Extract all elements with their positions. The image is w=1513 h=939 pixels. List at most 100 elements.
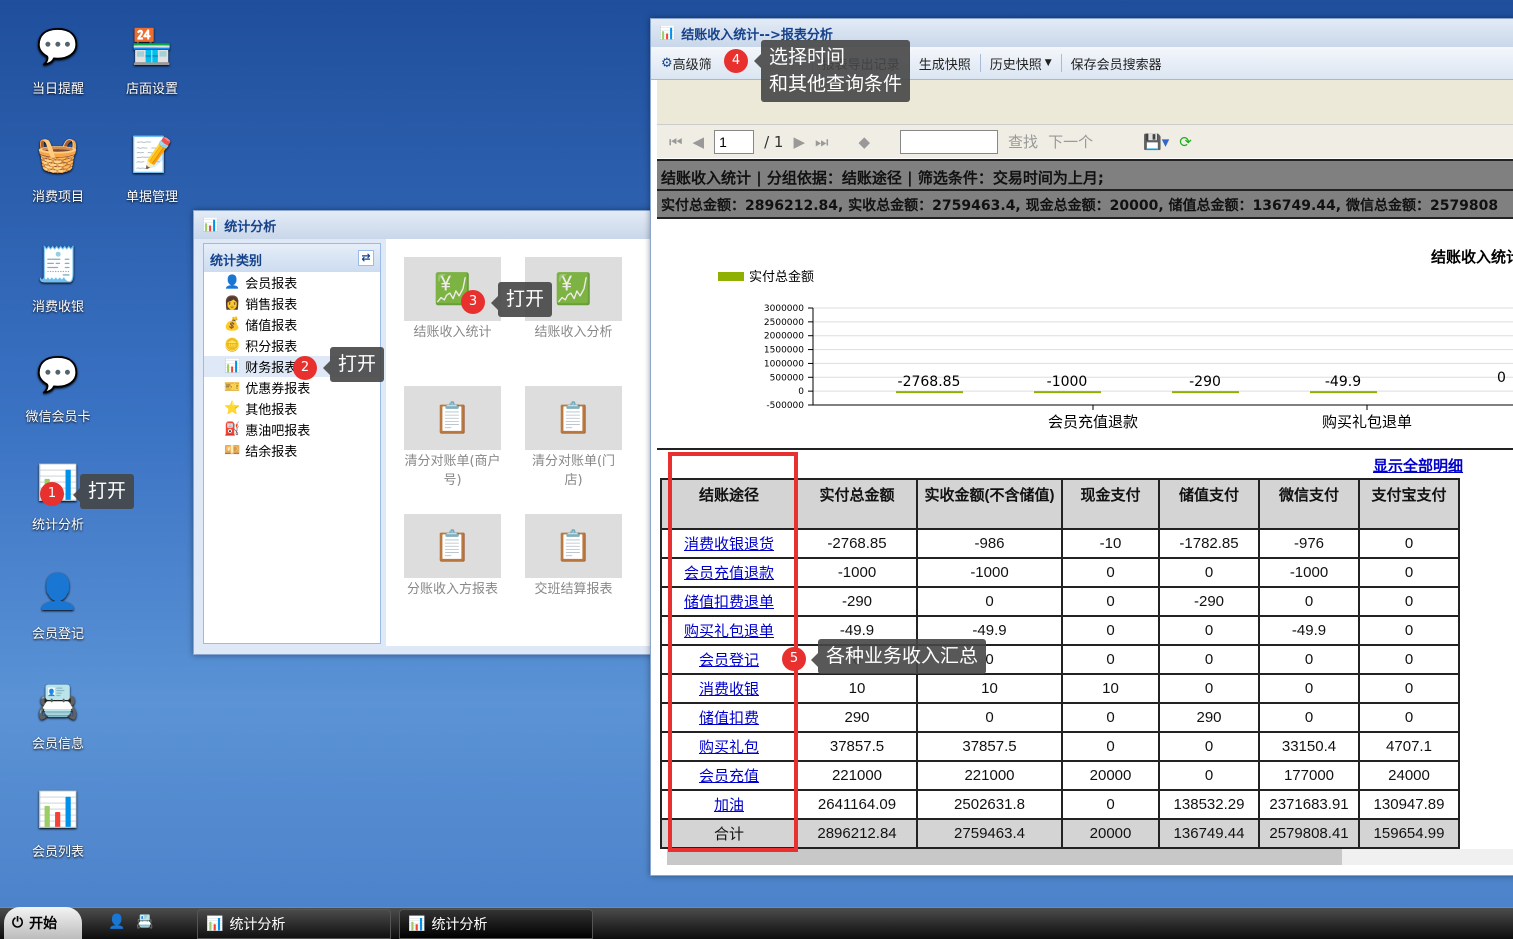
desktop-icon[interactable]: 💬 微信会员卡 bbox=[13, 348, 103, 425]
toolbar-button[interactable]: 历史快照 bbox=[990, 54, 1042, 73]
desktop-icon[interactable]: 💬 当日提醒 bbox=[13, 20, 103, 97]
table-cell: 290 bbox=[1158, 702, 1260, 733]
desktop-icon[interactable]: 🏪 店面设置 bbox=[107, 20, 197, 97]
table-cell: 138532.29 bbox=[1158, 789, 1260, 820]
first-page-icon[interactable]: ⏮ bbox=[669, 133, 683, 151]
column-header[interactable]: 实收金额(不含储值) bbox=[916, 478, 1063, 530]
report-summary-bar: 实付总金额：2896212.84, 实收总金额：2759463.4, 现金总金额… bbox=[657, 191, 1513, 219]
desktop-icon[interactable]: 👤 会员登记 bbox=[13, 565, 103, 642]
user-icon[interactable]: 👤 bbox=[108, 914, 125, 930]
desktop-icon[interactable]: 📊 会员列表 bbox=[13, 783, 103, 860]
desktop-icon[interactable]: 🧺 消费项目 bbox=[13, 128, 103, 205]
toolbar-button[interactable]: 保存会员搜索器 bbox=[1071, 54, 1162, 73]
desktop-icon[interactable]: 📝 单据管理 bbox=[107, 128, 197, 205]
window-title-bar[interactable]: 📊 统计分析 bbox=[194, 211, 654, 239]
panel-header: 统计类别 ⇄ bbox=[204, 244, 380, 272]
report-category-icon: 👤 bbox=[224, 275, 241, 290]
report-icon: 📋 bbox=[404, 386, 501, 450]
desktop-icon[interactable]: 🧾 消费收银 bbox=[13, 238, 103, 315]
toolbar-button[interactable]: 生成快照 bbox=[919, 54, 971, 73]
table-cell: -1782.85 bbox=[1158, 528, 1260, 559]
tree-item[interactable]: 💰 储值报表 bbox=[204, 314, 380, 335]
data-label: -290 bbox=[1189, 374, 1221, 390]
column-header[interactable]: 现金支付 bbox=[1061, 478, 1160, 530]
column-header[interactable]: 储值支付 bbox=[1158, 478, 1260, 530]
refresh-icon[interactable]: ⇄ bbox=[358, 250, 374, 266]
table-cell: 24000 bbox=[1358, 760, 1460, 791]
table-cell: 0 bbox=[1158, 731, 1260, 762]
data-label: -1000 bbox=[1047, 374, 1088, 390]
table-cell: 2502631.8 bbox=[916, 789, 1063, 820]
app-icon: 👤 bbox=[36, 572, 80, 612]
table-cell: 0 bbox=[1358, 528, 1460, 559]
y-tick-label: -500000 bbox=[766, 401, 804, 411]
column-header[interactable]: 微信支付 bbox=[1258, 478, 1360, 530]
data-label: -49.9 bbox=[1325, 374, 1361, 390]
table-cell: 4707.1 bbox=[1358, 731, 1460, 762]
table-cell: 0 bbox=[1358, 615, 1460, 646]
report-category-icon: ⭐ bbox=[224, 401, 241, 416]
page-input[interactable] bbox=[714, 129, 755, 154]
column-header[interactable]: 实付总金额 bbox=[796, 478, 918, 530]
column-header[interactable]: 支付宝支付 bbox=[1358, 478, 1460, 530]
report-icon: 📋 bbox=[525, 514, 622, 578]
last-page-icon[interactable]: ⏭ bbox=[815, 133, 829, 151]
chart-icon: 📊 bbox=[659, 25, 676, 41]
tree-item[interactable]: 👤 会员报表 bbox=[204, 272, 380, 293]
toolbar-button[interactable]: 高级筛 bbox=[673, 54, 712, 73]
refresh-icon[interactable]: ⟳ bbox=[1179, 133, 1192, 151]
app-icon: 🧺 bbox=[36, 135, 80, 175]
y-tick-label: 1000000 bbox=[764, 359, 804, 369]
table-cell: 10 bbox=[916, 673, 1063, 704]
table-cell: -976 bbox=[1258, 528, 1360, 559]
data-label: -2768.85 bbox=[898, 374, 961, 390]
member-card-icon[interactable]: 📇 bbox=[136, 914, 153, 930]
search-input[interactable] bbox=[900, 129, 999, 154]
taskbar-item[interactable]: 📊 统计分析 bbox=[399, 909, 593, 939]
next-page-icon[interactable]: ▶ bbox=[793, 133, 805, 151]
table-cell: 2641164.09 bbox=[796, 789, 918, 820]
y-tick-label: 1500000 bbox=[764, 346, 804, 356]
report-tile[interactable]: 📋 清分对账单(商户号) bbox=[404, 386, 501, 490]
dropdown-arrow-icon[interactable]: ▼ bbox=[1045, 58, 1052, 68]
export-icon[interactable]: 💾▾ bbox=[1143, 133, 1169, 151]
category-panel: 统计类别 ⇄ 👤 会员报表 👩 销售报表 💰 储值报表 🪙 积分报表 📊 财务报表 🎫 优惠券报表 ⭐ 其他… bbox=[203, 243, 381, 644]
table-cell: -10 bbox=[1061, 528, 1160, 559]
report-tile[interactable]: 📋 交班结算报表 bbox=[525, 514, 622, 599]
report-tile[interactable]: 📋 清分对账单(门店) bbox=[525, 386, 622, 490]
table-cell: 0 bbox=[1061, 557, 1160, 588]
tree-item[interactable]: ⭐ 其他报表 bbox=[204, 398, 380, 419]
back-icon[interactable]: ◆ bbox=[859, 133, 871, 151]
report-icon: 📋 bbox=[525, 386, 622, 450]
report-tile[interactable]: 📋 分账收入方报表 bbox=[404, 514, 501, 599]
app-icon: 💬 bbox=[36, 27, 80, 67]
table-cell: 130947.89 bbox=[1358, 789, 1460, 820]
bar bbox=[1034, 391, 1101, 394]
annotation-tooltip: 打开 bbox=[72, 474, 135, 509]
x-tick-label: 会员充值退款 bbox=[1048, 413, 1138, 431]
table-cell: 0 bbox=[1061, 644, 1160, 675]
app-icon: 📝 bbox=[130, 135, 174, 175]
start-button[interactable]: ⏻ 开始 bbox=[4, 907, 82, 939]
table-cell: -290 bbox=[1158, 586, 1260, 617]
y-tick-label: 500000 bbox=[770, 373, 805, 383]
table-cell: 0 bbox=[1061, 615, 1160, 646]
app-icon: 💬 bbox=[36, 355, 80, 395]
taskbar-item[interactable]: 📊 统计分析 bbox=[197, 909, 391, 939]
show-all-details-link[interactable]: 显示全部明细 bbox=[1373, 455, 1463, 476]
total-cell: 159654.99 bbox=[1358, 818, 1460, 849]
find-next-button[interactable]: 下一个 bbox=[1048, 131, 1093, 152]
desktop-icon[interactable]: 📇 会员信息 bbox=[13, 675, 103, 752]
prev-page-icon[interactable]: ◀ bbox=[693, 133, 705, 151]
total-cell: 136749.44 bbox=[1158, 818, 1260, 849]
chart-icon: 📊 bbox=[206, 916, 224, 932]
step-badge: 5 bbox=[782, 647, 806, 671]
tree-item[interactable]: ⛽ 惠油吧报表 bbox=[204, 419, 380, 440]
tree-item[interactable]: 👩 销售报表 bbox=[204, 293, 380, 314]
report-tile[interactable]: 💹 结账收入统计 bbox=[404, 257, 501, 342]
find-button[interactable]: 查找 bbox=[1008, 131, 1038, 152]
report-category-icon: 💰 bbox=[224, 317, 241, 332]
table-cell: 0 bbox=[916, 702, 1063, 733]
tree-item[interactable]: 💴 结余报表 bbox=[204, 440, 380, 461]
table-cell: 177000 bbox=[1258, 760, 1360, 791]
